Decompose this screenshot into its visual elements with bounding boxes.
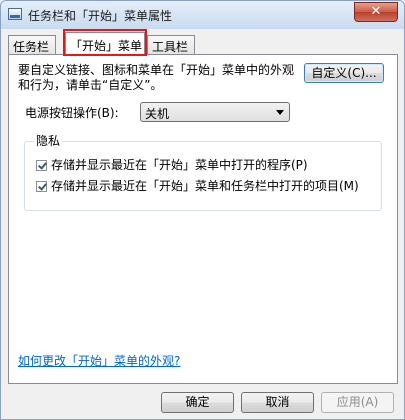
recent-items-label: 存储并显示最近在「开始」菜单和任务栏中打开的项目(M): [51, 179, 359, 193]
cancel-button[interactable]: 取消: [241, 392, 314, 413]
tab-taskbar[interactable]: 任务栏: [8, 35, 56, 54]
recent-items-option[interactable]: 存储并显示最近在「开始」菜单和任务栏中打开的项目(M): [36, 177, 359, 194]
tab-toolbars[interactable]: 工具栏: [147, 35, 195, 54]
taskbar-start-menu-properties-dialog: 任务栏和「开始」菜单属性 ✕ 任务栏 「开始」菜单 工具栏 要自定义链接、图标和…: [0, 0, 405, 420]
customize-button[interactable]: 自定义(C)...: [304, 63, 384, 83]
chevron-down-icon: [276, 110, 284, 115]
power-button-action-select[interactable]: 关机: [140, 102, 290, 122]
close-icon: ✕: [370, 4, 382, 19]
tab-start-menu[interactable]: 「开始」菜单: [65, 32, 145, 55]
recent-items-checkbox[interactable]: [36, 181, 47, 192]
recent-programs-checkbox[interactable]: [36, 160, 47, 171]
customize-description: 要自定义链接、图标和菜单在「开始」菜单中的外观和行为，请单击“自定义”。: [18, 63, 295, 92]
tab-strip: 任务栏 「开始」菜单 工具栏: [8, 32, 398, 55]
window-icon: [8, 8, 22, 20]
apply-button[interactable]: 应用(A): [321, 392, 394, 413]
close-button[interactable]: ✕: [354, 2, 398, 22]
ok-button[interactable]: 确定: [161, 392, 234, 413]
privacy-group: [24, 141, 382, 211]
help-link[interactable]: 如何更改「开始」菜单的外观?: [18, 352, 180, 369]
recent-programs-option[interactable]: 存储并显示最近在「开始」菜单中打开的程序(P): [36, 156, 308, 173]
power-button-action-value: 关机: [145, 107, 170, 121]
window-title: 任务栏和「开始」菜单属性: [28, 9, 173, 23]
privacy-group-title: 隐私: [34, 132, 63, 149]
recent-programs-label: 存储并显示最近在「开始」菜单中打开的程序(P): [51, 158, 308, 172]
title-bar[interactable]: 任务栏和「开始」菜单属性 ✕: [1, 1, 404, 29]
power-button-action-label: 电源按钮操作(B):: [25, 106, 119, 120]
